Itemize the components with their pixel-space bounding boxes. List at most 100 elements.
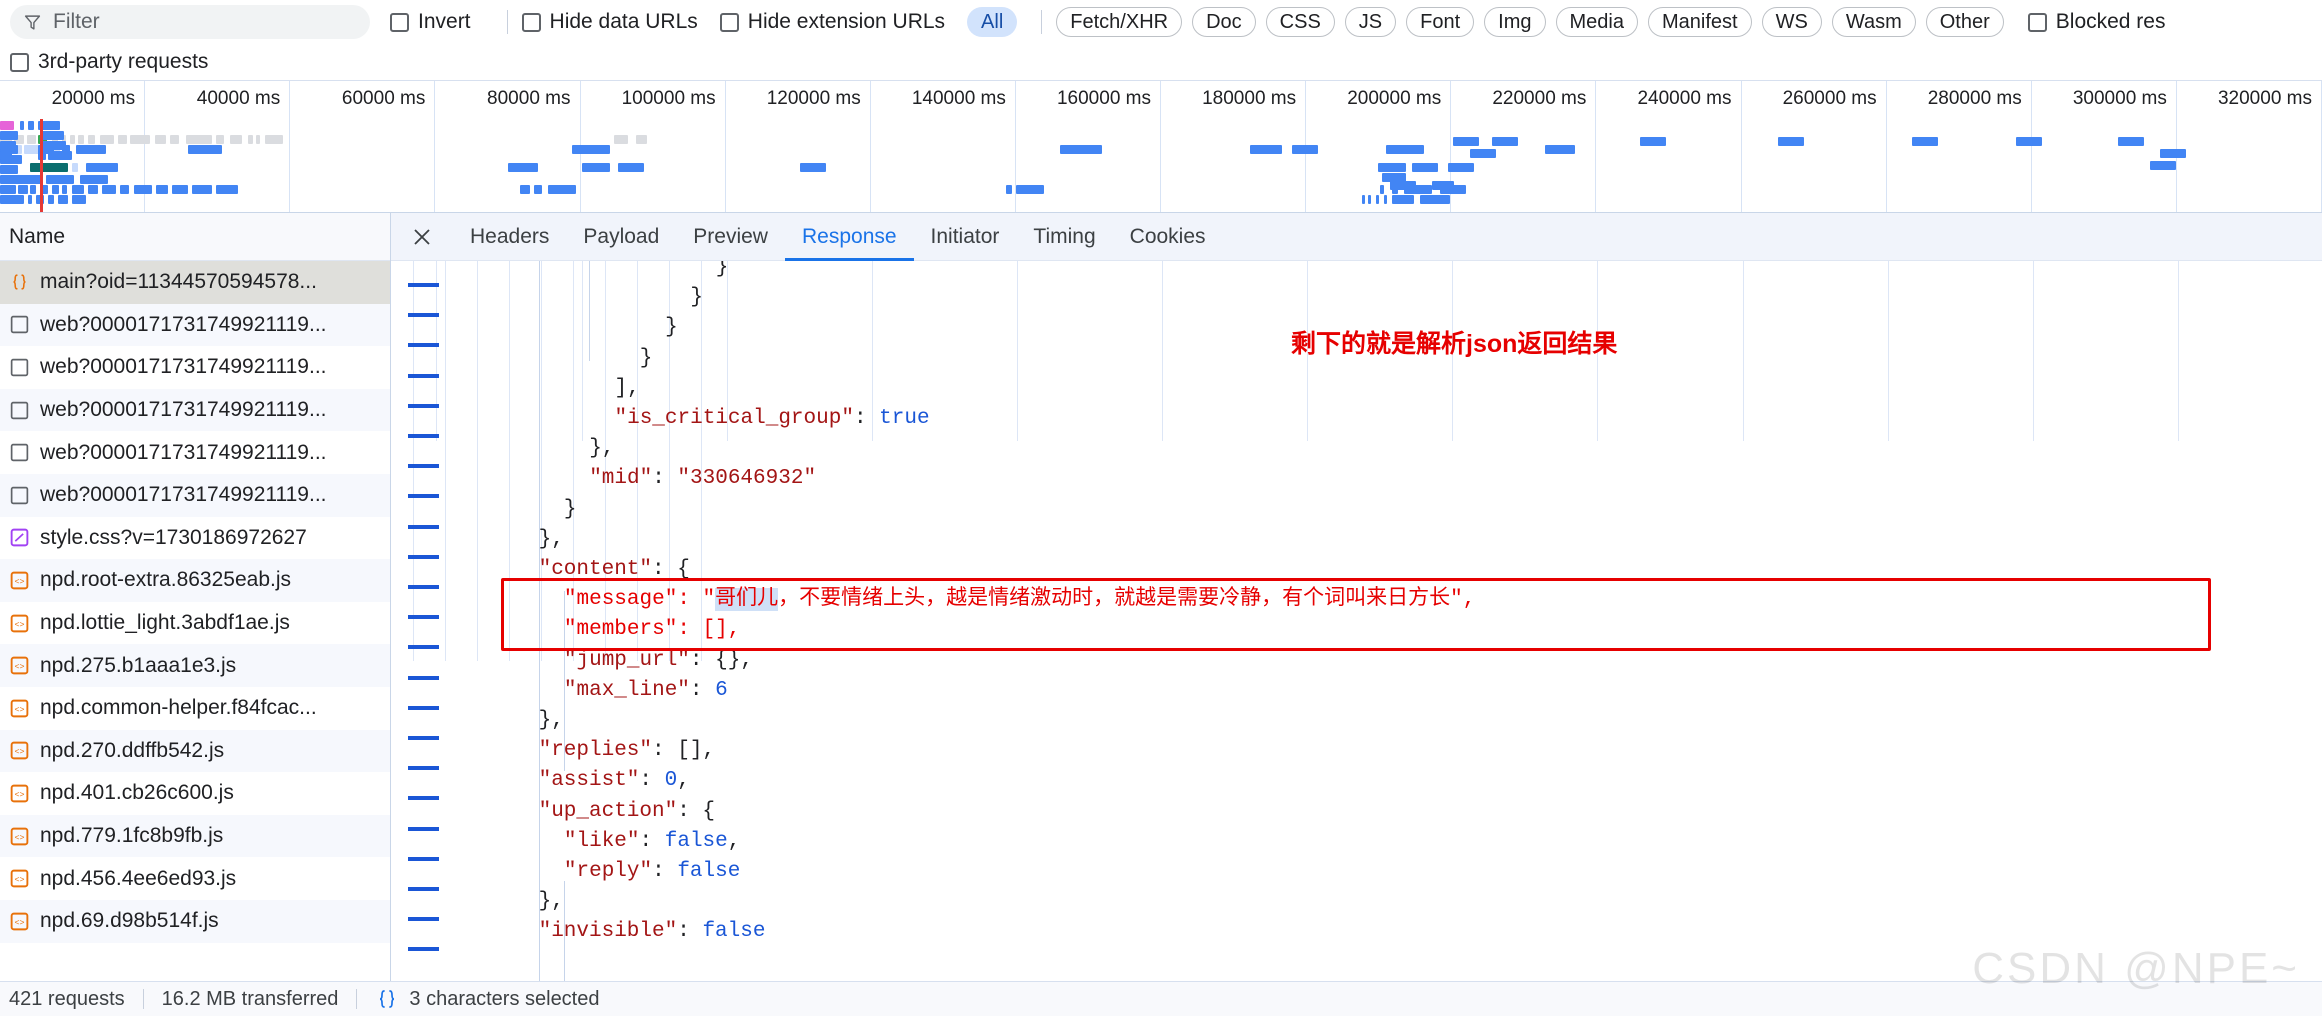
status-transferred: 16.2 MB transferred: [161, 987, 339, 1010]
overview-request-bar: [48, 151, 72, 160]
type-filter-js[interactable]: JS: [1344, 7, 1397, 37]
response-body-viewer[interactable]: }}}}], "is_critical_group": true}, "mid": …: [391, 261, 2322, 981]
response-json-code[interactable]: }}}}], "is_critical_group": true}, "mid": …: [391, 261, 2322, 981]
overview-request-bar: [1390, 181, 1416, 190]
devtools-network-panel: Filter Invert Hide data URLs Hide extens…: [0, 0, 2322, 1016]
blocked-responses-checkbox-box[interactable]: [2027, 12, 2047, 32]
type-filter-font[interactable]: Font: [1406, 7, 1475, 37]
table-row[interactable]: <> npd.69.d98b514f.js: [0, 899, 390, 943]
indent-guide: [563, 881, 565, 981]
json-token: "replies": [538, 739, 653, 763]
table-row[interactable]: web?0000171731749921119...: [0, 388, 390, 432]
type-filter-media[interactable]: Media: [1555, 7, 1638, 37]
table-row[interactable]: <> npd.779.1fc8b9fb.js: [0, 814, 390, 858]
table-row[interactable]: <> npd.lottie_light.3abdf1ae.js: [0, 602, 390, 645]
table-row[interactable]: <> npd.root-extra.86325eab.js: [0, 559, 390, 602]
overview-request-bar: [618, 163, 644, 172]
table-row[interactable]: <> npd.common-helper.f84fcac...: [0, 687, 390, 730]
request-list-column-header[interactable]: Name: [0, 213, 390, 261]
timeline-tick-label: 240000 ms: [1637, 88, 1732, 109]
table-row[interactable]: <> npd.275.b1aaa1e3.js: [0, 644, 390, 687]
type-filter-img[interactable]: Img: [1484, 7, 1546, 37]
invert-checkbox-box[interactable]: [390, 12, 409, 32]
checkbox-invert[interactable]: Invert: [390, 10, 471, 34]
json-token: :: [639, 769, 665, 793]
request-name: web?0000171731749921119...: [40, 398, 327, 422]
overview-request-bar: [1453, 137, 1479, 146]
checkbox-3rd-party-requests[interactable]: 3rd-party requests: [10, 50, 208, 74]
json-token: }: [715, 261, 729, 279]
table-row[interactable]: <> npd.270.ddffb542.js: [0, 729, 390, 773]
tab-initiator[interactable]: Initiator: [914, 213, 1017, 261]
network-overview-timeline[interactable]: 20000 ms 40000 ms 60000 ms 80000 ms 100000 m…: [0, 80, 2322, 213]
overview-request-bar: [2016, 137, 2042, 146]
json-line: },: [539, 706, 564, 736]
json-token: true: [879, 407, 930, 430]
table-row[interactable]: <> npd.456.4ee6ed93.js: [0, 857, 390, 900]
json-token: }: [639, 346, 653, 370]
network-filter-toolbar: Filter Invert Hide data URLs Hide extens…: [0, 0, 2322, 80]
overview-request-bar: [230, 135, 242, 144]
table-row[interactable]: web?0000171731749921119...: [0, 473, 390, 517]
svg-text:<>: <>: [14, 918, 24, 928]
table-row[interactable]: web?0000171731749921119...: [0, 346, 390, 389]
checkbox-hide-extension-urls[interactable]: Hide extension URLs: [719, 10, 945, 34]
filter-input[interactable]: Filter: [10, 5, 370, 39]
json-token: ,: [727, 829, 741, 853]
request-name: npd.275.b1aaa1e3.js: [40, 653, 237, 677]
json-token: :: [652, 860, 678, 883]
table-row[interactable]: web?0000171731749921119...: [0, 431, 390, 474]
timeline-tick-label: 320000 ms: [2217, 88, 2312, 109]
overview-request-bar: [28, 195, 32, 204]
third-party-checkbox-box[interactable]: [10, 52, 29, 72]
table-row[interactable]: style.css?v=1730186972627: [0, 517, 390, 560]
hide-data-urls-checkbox-box[interactable]: [521, 12, 541, 32]
timeline-tick-label: 60000 ms: [341, 88, 426, 109]
type-filter-fetch-xhr[interactable]: Fetch/XHR: [1056, 7, 1183, 37]
type-filter-ws[interactable]: WS: [1761, 7, 1822, 37]
overview-request-bar: [28, 121, 34, 130]
table-row[interactable]: main?oid=11344570594578...: [0, 261, 390, 304]
table-row[interactable]: web?0000171731749921119...: [0, 303, 390, 347]
request-name: style.css?v=1730186972627: [40, 525, 307, 549]
type-filter-doc[interactable]: Doc: [1192, 7, 1256, 37]
json-line: "up_action": {: [539, 797, 715, 827]
tab-headers[interactable]: Headers: [453, 213, 566, 261]
type-filter-all[interactable]: All: [967, 7, 1018, 37]
tab-timing[interactable]: Timing: [1016, 213, 1112, 261]
json-line: "message": "哥们儿，不要情绪上头，越是情绪激动时，就越是需要冷静，有…: [564, 585, 1475, 615]
hide-extension-urls-checkbox-box[interactable]: [719, 12, 739, 32]
overview-request-bar: [76, 145, 106, 154]
tab-cookies[interactable]: Cookies: [1113, 213, 1223, 261]
third-party-row: 3rd-party requests: [0, 44, 2322, 80]
overview-request-bar: [1778, 137, 1804, 146]
type-filter-manifest[interactable]: Manifest: [1648, 7, 1752, 37]
timeline-tick-label: 100000 ms: [621, 88, 716, 109]
annotation-note: 剩下的就是解析json返回结果: [1291, 330, 1618, 358]
checkbox-hide-data-urls[interactable]: Hide data URLs: [521, 10, 698, 34]
overview-request-bar: [80, 175, 108, 184]
type-filter-other[interactable]: Other: [1925, 7, 2004, 37]
overview-request-bar: [42, 141, 66, 150]
tab-response[interactable]: Response: [785, 213, 914, 261]
json-token: 哥们儿: [715, 588, 779, 612]
json-token: },: [589, 437, 615, 461]
checkbox-blocked-responses[interactable]: Blocked res: [2027, 10, 2165, 34]
json-token: }: [665, 316, 678, 340]
table-row[interactable]: <> npd.401.cb26c600.js: [0, 772, 390, 815]
json-token: :: [652, 467, 678, 491]
tab-payload[interactable]: Payload: [566, 213, 676, 261]
script-icon: <>: [10, 827, 29, 845]
tab-preview[interactable]: Preview: [676, 213, 785, 261]
type-filter-css[interactable]: CSS: [1265, 7, 1335, 37]
overview-request-bar: [52, 185, 59, 194]
close-detail-button[interactable]: [405, 220, 439, 254]
json-token: "jump_url": [563, 648, 690, 672]
timeline-tick-label: 200000 ms: [1347, 88, 1442, 109]
status-request-count: 421 requests: [9, 987, 125, 1010]
overview-request-bar: [0, 165, 18, 174]
type-filter-wasm[interactable]: Wasm: [1831, 7, 1916, 37]
overview-request-bar: [88, 185, 98, 194]
overview-request-bar: [572, 145, 610, 154]
overview-request-bar: [636, 135, 647, 144]
